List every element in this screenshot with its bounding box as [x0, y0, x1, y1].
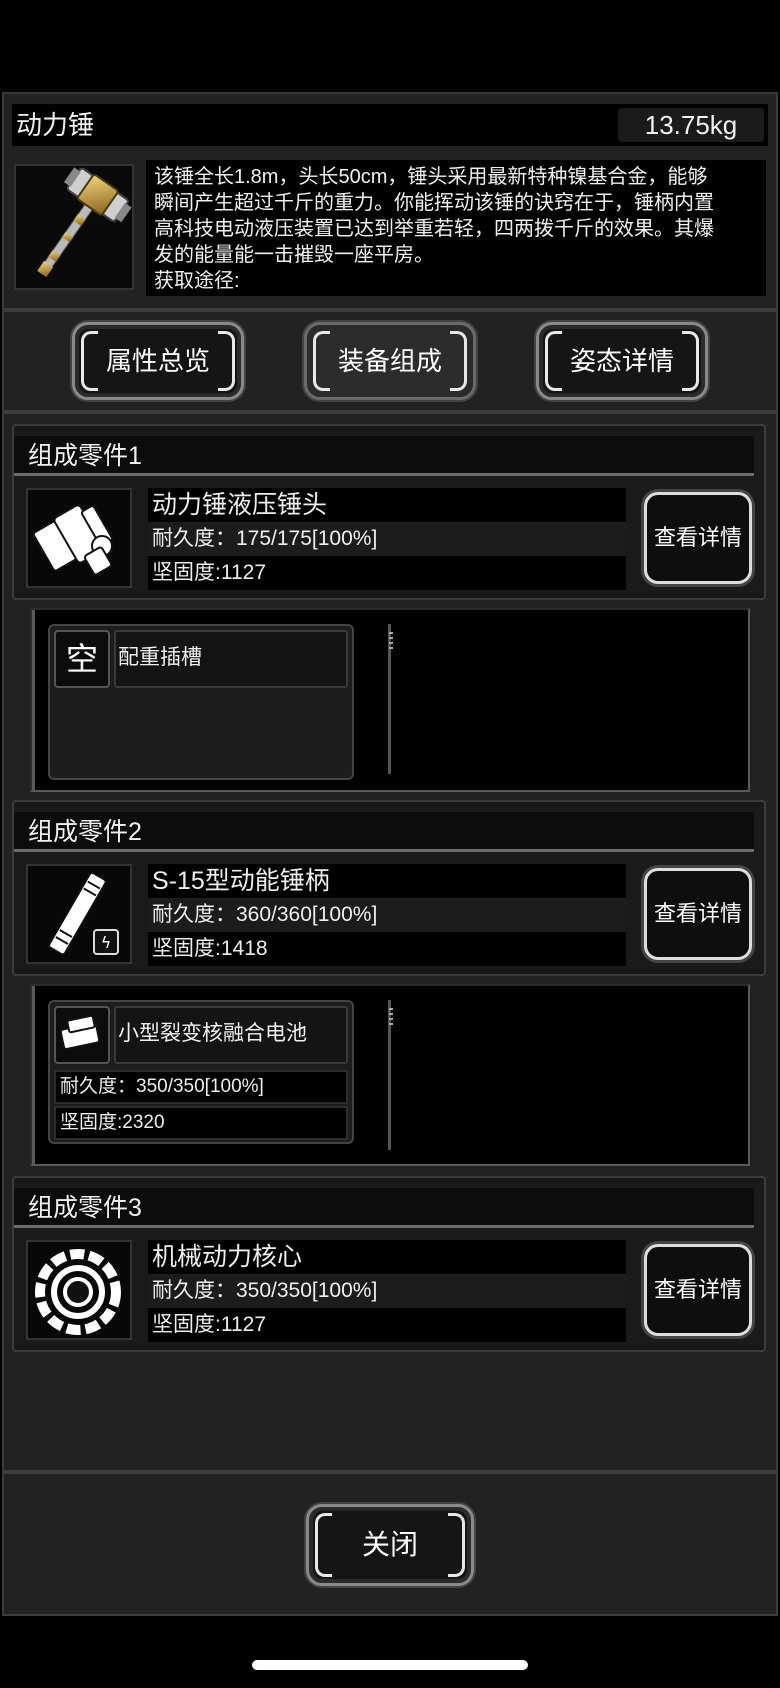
slot-name: 配重插槽	[114, 630, 348, 688]
slot-divider	[388, 1000, 393, 1150]
part-card-3: 组成零件3 机械动力核心 耐久度：350/350[100%] 坚固度:1127 …	[12, 1176, 766, 1352]
tab-attribute-overview[interactable]: 属性总览	[72, 322, 244, 400]
part-info: 动力锤液压锤头 耐久度：175/175[100%] 坚固度:1127	[148, 488, 626, 590]
slot-head: 空 配重插槽	[54, 630, 348, 688]
description-line: 瞬间产生超过千斤的重力。你能挥动该锤的诀窍在于，锤柄内置	[154, 192, 714, 214]
part-title-bar: 组成零件3	[14, 1188, 754, 1228]
empty-slot-icon: 空	[54, 630, 110, 688]
part-title: 组成零件1	[28, 442, 142, 470]
part-info: 机械动力核心 耐久度：350/350[100%] 坚固度:1127	[148, 1240, 626, 1342]
part-firmness: 坚固度:1418	[148, 932, 626, 966]
view-details-button[interactable]: 查看详情	[644, 492, 752, 584]
slot-card-counterweight[interactable]: 空 配重插槽	[48, 624, 354, 780]
part-firmness: 坚固度:1127	[148, 1308, 626, 1342]
part-title-bar: 组成零件2	[14, 812, 754, 852]
part-durability: 耐久度：360/360[100%]	[148, 898, 626, 932]
slot-divider	[388, 624, 393, 774]
part-name: 动力锤液压锤头	[148, 488, 626, 522]
close-button[interactable]: 关闭	[306, 1504, 474, 1586]
part-durability: 耐久度：175/175[100%]	[148, 522, 626, 556]
item-weight: 13.75kg	[618, 108, 764, 142]
slot-name: 小型裂变核融合电池	[114, 1006, 348, 1064]
part-name: S-15型动能锤柄	[148, 864, 626, 898]
svg-text:ϟ: ϟ	[101, 933, 112, 952]
divider	[4, 1470, 776, 1474]
home-indicator[interactable]	[252, 1660, 528, 1670]
gear-core-icon	[26, 1240, 132, 1340]
part-card-1: 组成零件1 动力锤液压锤头 耐久度：175/175[100%] 坚固度:1127…	[12, 424, 766, 600]
acquisition-label: 获取途径:	[154, 270, 240, 292]
hammer-handle-icon: ϟ	[26, 864, 132, 964]
description-line: 该锤全长1.8m，头长50cm，锤头采用最新特种镍基合金，能够	[154, 166, 708, 188]
part-card-2: 组成零件2 ϟ S-15型动能锤柄 耐久度：360/360[100%] 坚固度:…	[12, 800, 766, 976]
power-hammer-icon	[14, 164, 134, 290]
battery-icon	[54, 1006, 110, 1064]
view-details-button[interactable]: 查看详情	[644, 1244, 752, 1336]
tab-stance-details[interactable]: 姿态详情	[536, 322, 708, 400]
divider	[4, 308, 776, 312]
part-info: S-15型动能锤柄 耐久度：360/360[100%] 坚固度:1418	[148, 864, 626, 966]
description-line: 发的能量能一击摧毁一座平房。	[154, 244, 434, 266]
slot-firmness: 坚固度:2320	[54, 1106, 348, 1140]
part-title-bar: 组成零件1	[14, 436, 754, 476]
slot-card-battery[interactable]: 小型裂变核融合电池 耐久度：350/350[100%] 坚固度:2320	[48, 1000, 354, 1144]
view-details-button[interactable]: 查看详情	[644, 868, 752, 960]
tab-equipment-composition[interactable]: 装备组成	[304, 322, 476, 400]
part-firmness: 坚固度:1127	[148, 556, 626, 590]
part-durability: 耐久度：350/350[100%]	[148, 1274, 626, 1308]
part-title: 组成零件2	[28, 818, 142, 846]
slot-area-2: 小型裂变核融合电池 耐久度：350/350[100%] 坚固度:2320	[30, 984, 750, 1166]
divider	[4, 410, 776, 414]
slot-durability: 耐久度：350/350[100%]	[54, 1070, 348, 1104]
slot-head: 小型裂变核融合电池	[54, 1006, 348, 1064]
item-description: 该锤全长1.8m，头长50cm，锤头采用最新特种镍基合金，能够 瞬间产生超过千斤…	[146, 160, 766, 296]
part-title: 组成零件3	[28, 1194, 142, 1222]
part-name: 机械动力核心	[148, 1240, 626, 1274]
slot-area-1: 空 配重插槽	[30, 608, 750, 792]
description-line: 高科技电动液压装置已达到举重若轻，四两拨千斤的效果。其爆	[154, 218, 714, 240]
item-header: 动力锤 13.75kg	[12, 104, 768, 146]
hammer-head-icon	[26, 488, 132, 588]
item-name: 动力锤	[16, 110, 95, 140]
